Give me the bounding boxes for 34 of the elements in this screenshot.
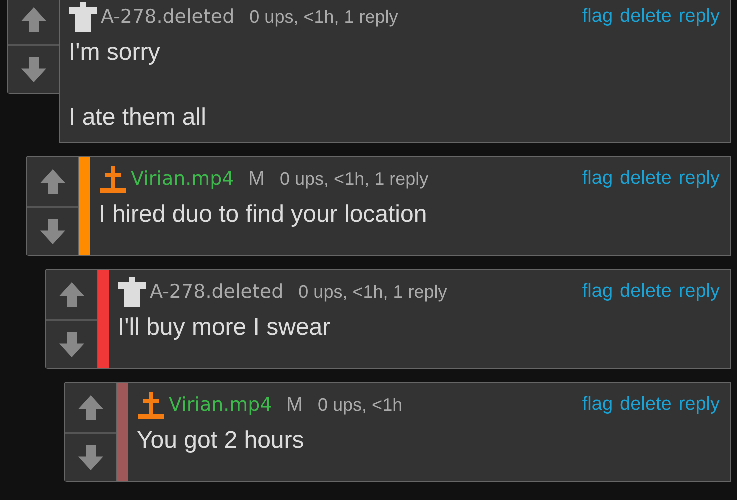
shirt-icon [118,277,146,308]
downvote-button[interactable] [46,319,97,368]
grave-icon [99,164,127,194]
comment-meta: 0 ups, <1h, 1 reply [250,6,398,29]
shirt-icon [69,2,97,32]
downvote-button[interactable] [65,432,116,482]
action-link[interactable]: delete [620,164,672,194]
comment-text: You got 2 hours [137,426,306,456]
action-link[interactable]: flag [582,164,614,194]
comment-meta: 0 ups, <1h [318,394,403,417]
mod-label: M [248,167,266,192]
username-link[interactable]: Virian.mp4 [131,164,234,194]
action-link[interactable]: delete [620,390,672,420]
action-link[interactable]: reply [678,164,720,194]
action-link[interactable]: reply [678,390,720,420]
action-link[interactable]: flag [582,390,614,420]
action-link[interactable]: delete [620,278,672,306]
downvote-button[interactable] [8,44,59,93]
comment-meta: 0 ups, <1h, 1 reply [298,280,448,304]
comment-text: I hired duo to find your location [99,200,428,230]
grave-icon [137,390,165,420]
comment-text: I'm sorry I ate them all [69,38,208,133]
username-link[interactable]: Virian.mp4 [169,390,272,420]
comment-meta: 0 ups, <1h, 1 reply [280,168,429,191]
action-link[interactable]: flag [582,2,614,32]
mod-label: M [286,393,304,418]
action-link[interactable]: reply [678,2,720,32]
downvote-button[interactable] [27,206,78,256]
action-link[interactable]: flag [582,278,614,306]
username-link[interactable]: A-278.deleted [101,2,235,32]
comment-text: I'll buy more I swear [118,313,332,344]
username-link[interactable]: A-278.deleted [150,278,284,306]
action-link[interactable]: delete [620,2,672,32]
action-link[interactable]: reply [678,278,720,306]
